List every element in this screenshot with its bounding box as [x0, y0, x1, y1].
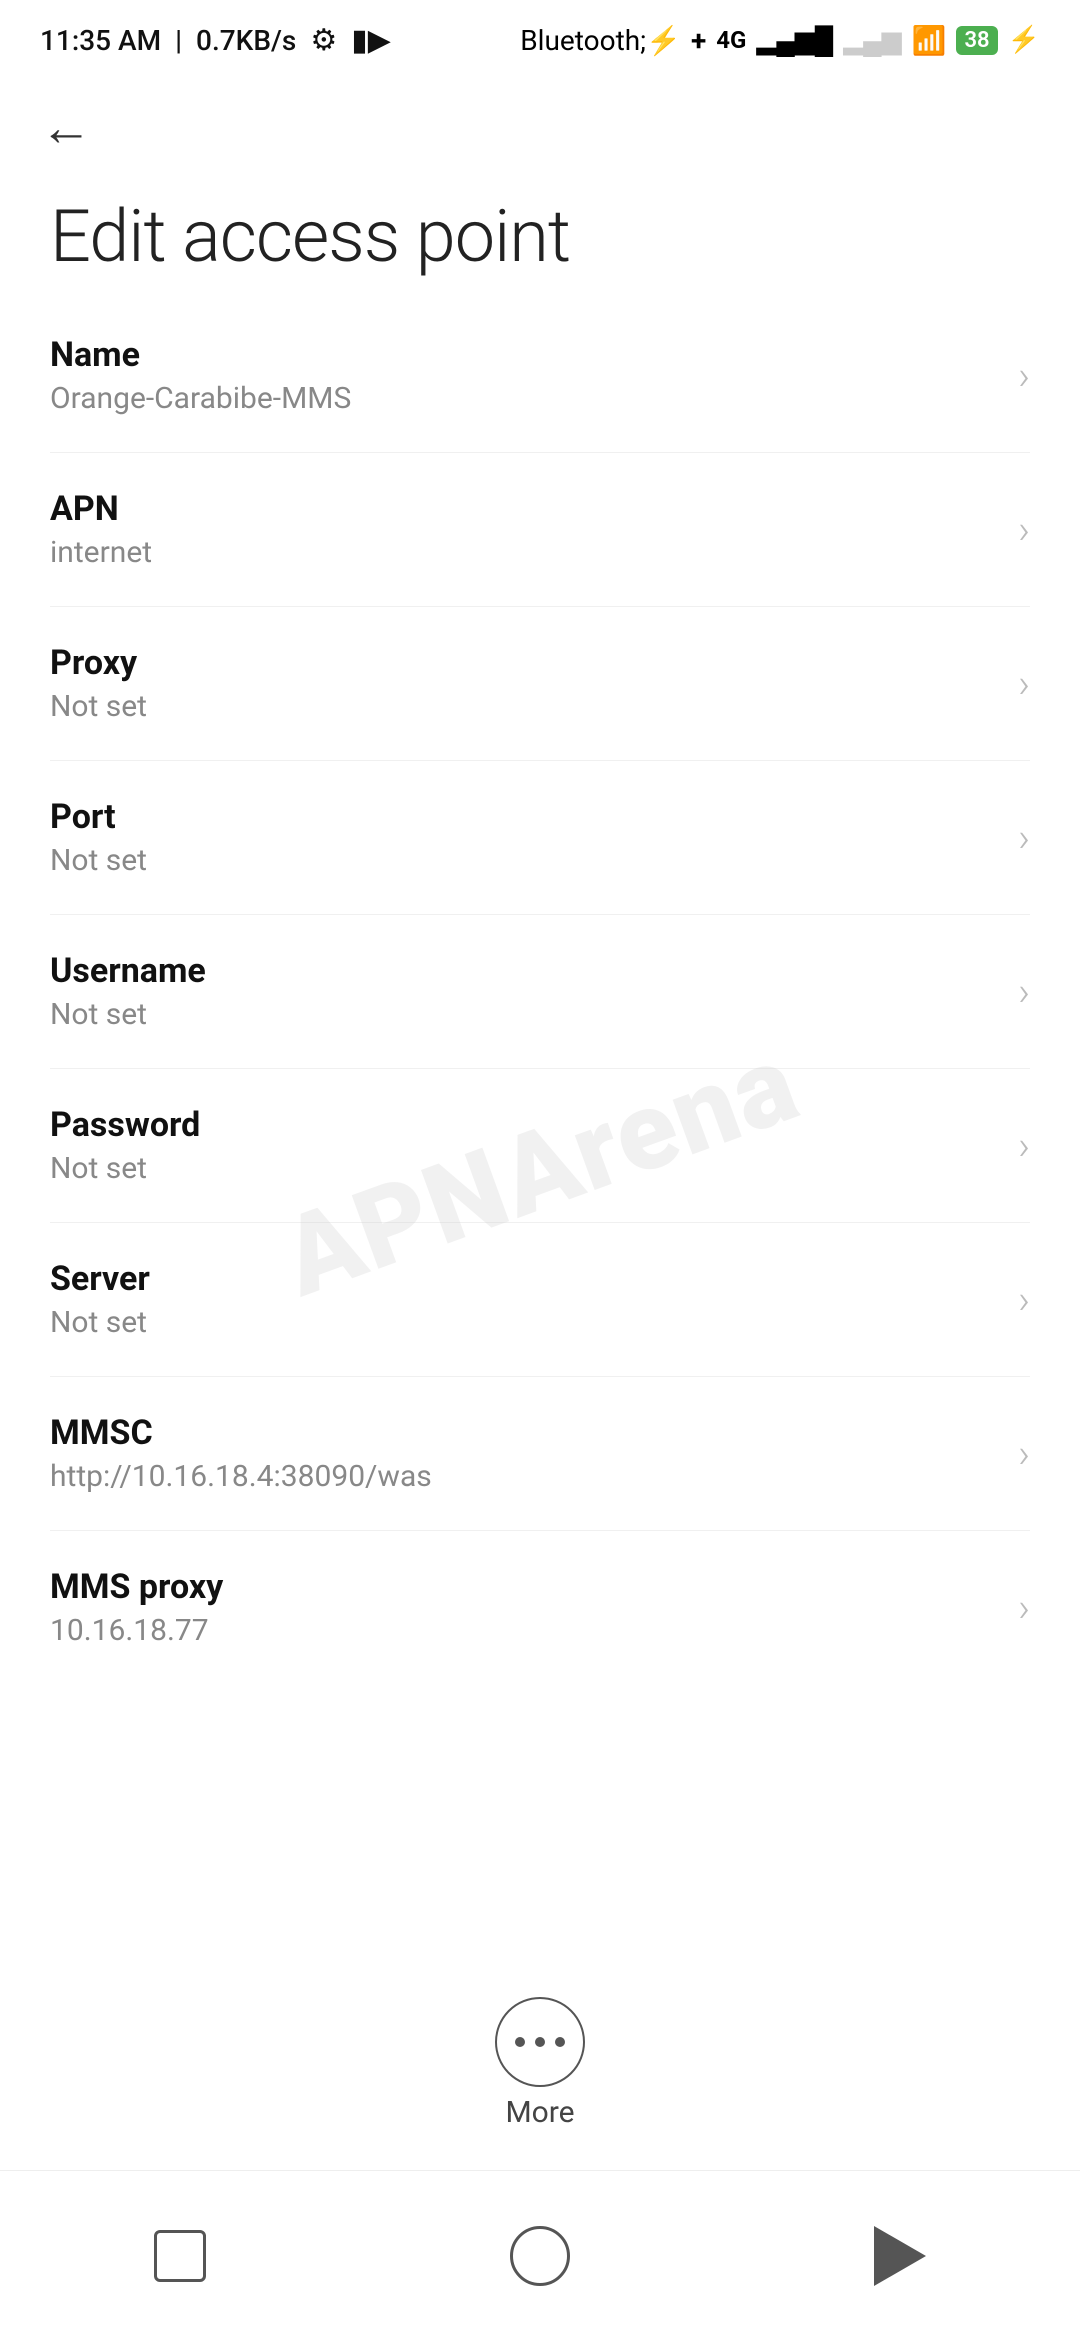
setting-content: Server Not set [50, 1259, 998, 1340]
battery-icon: 38 [956, 26, 997, 55]
setting-value: Not set [50, 843, 998, 878]
setting-value: 10.16.18.77 [50, 1613, 998, 1648]
setting-content: Username Not set [50, 951, 998, 1032]
nav-back-icon [874, 2226, 926, 2286]
setting-content: Password Not set [50, 1105, 998, 1186]
nav-recents-button[interactable] [140, 2216, 220, 2296]
setting-value: Orange-Carabibe-MMS [50, 381, 998, 416]
more-dots-icon [515, 2037, 565, 2047]
setting-content: Name Orange-Carabibe-MMS [50, 335, 998, 416]
more-button[interactable] [495, 1997, 585, 2087]
setting-value: Not set [50, 689, 998, 724]
setting-value: http://10.16.18.4:38090/was [50, 1459, 998, 1494]
signal-bars2-icon: ▂▄▆ [843, 25, 901, 56]
setting-item[interactable]: Proxy Not set › [50, 607, 1030, 761]
status-speed: 0.7KB/s [196, 24, 296, 57]
wifi-icon: 📶 [912, 24, 947, 57]
setting-item[interactable]: Name Orange-Carabibe-MMS › [50, 299, 1030, 453]
setting-item[interactable]: APN internet › [50, 453, 1030, 607]
signal-bars-icon: ▂▄▆█ [756, 25, 833, 56]
setting-content: Port Not set [50, 797, 998, 878]
lightning-icon: ⚡ [1008, 25, 1040, 55]
setting-content: APN internet [50, 489, 998, 570]
nav-home-icon [510, 2226, 570, 2286]
page-title: Edit access point [0, 164, 1080, 299]
settings-list: Name Orange-Carabibe-MMS › APN internet … [0, 299, 1080, 1684]
chevron-right-icon: › [1018, 660, 1030, 707]
status-bar: 11:35 AM | 0.7KB/s ⚙ ▮▶ Bluetooth;⚡ + 4G… [0, 0, 1080, 72]
setting-value: internet [50, 535, 998, 570]
setting-label: Server [50, 1259, 998, 1299]
setting-value: Not set [50, 997, 998, 1032]
chevron-right-icon: › [1018, 814, 1030, 861]
setting-item[interactable]: Password Not set › [50, 1069, 1030, 1223]
chevron-right-icon: › [1018, 352, 1030, 399]
setting-item[interactable]: MMS proxy 10.16.18.77 › [50, 1531, 1030, 1684]
bluetooth-icon: Bluetooth;⚡ [520, 24, 681, 57]
setting-content: MMSC http://10.16.18.4:38090/was [50, 1413, 998, 1494]
nav-recents-icon [154, 2230, 206, 2282]
back-bar: ← [0, 72, 1080, 164]
bluetooth-icon: + [691, 24, 706, 57]
setting-item[interactable]: Username Not set › [50, 915, 1030, 1069]
setting-item[interactable]: Server Not set › [50, 1223, 1030, 1377]
nav-home-button[interactable] [500, 2216, 580, 2296]
more-area: More [0, 1997, 1080, 2130]
status-divider: | [175, 24, 182, 57]
chevron-right-icon: › [1018, 1276, 1030, 1323]
setting-label: MMSC [50, 1413, 998, 1453]
setting-content: Proxy Not set [50, 643, 998, 724]
chevron-right-icon: › [1018, 1430, 1030, 1477]
setting-content: MMS proxy 10.16.18.77 [50, 1567, 998, 1648]
setting-label: Password [50, 1105, 998, 1145]
video-icon: ▮▶ [351, 23, 391, 58]
chevron-right-icon: › [1018, 1584, 1030, 1631]
nav-back-button[interactable] [860, 2216, 940, 2296]
status-right-icons: Bluetooth;⚡ + 4G ▂▄▆█ ▂▄▆ 📶 38 ⚡ [520, 24, 1040, 57]
chevron-right-icon: › [1018, 968, 1030, 1015]
chevron-right-icon: › [1018, 1122, 1030, 1169]
status-time: 11:35 AM [40, 24, 161, 57]
setting-item[interactable]: MMSC http://10.16.18.4:38090/was › [50, 1377, 1030, 1531]
nav-bar [0, 2170, 1080, 2340]
setting-label: Name [50, 335, 998, 375]
signal-4g-icon: 4G [716, 26, 746, 54]
setting-label: Port [50, 797, 998, 837]
chevron-right-icon: › [1018, 506, 1030, 553]
setting-item[interactable]: Port Not set › [50, 761, 1030, 915]
back-button[interactable]: ← [40, 97, 92, 158]
settings-icon: ⚙ [310, 23, 337, 58]
setting-label: APN [50, 489, 998, 529]
more-label: More [505, 2095, 574, 2130]
setting-label: Username [50, 951, 998, 991]
setting-label: MMS proxy [50, 1567, 998, 1607]
setting-value: Not set [50, 1305, 998, 1340]
setting-value: Not set [50, 1151, 998, 1186]
setting-label: Proxy [50, 643, 998, 683]
status-time-speed: 11:35 AM | 0.7KB/s ⚙ ▮▶ [40, 23, 391, 58]
